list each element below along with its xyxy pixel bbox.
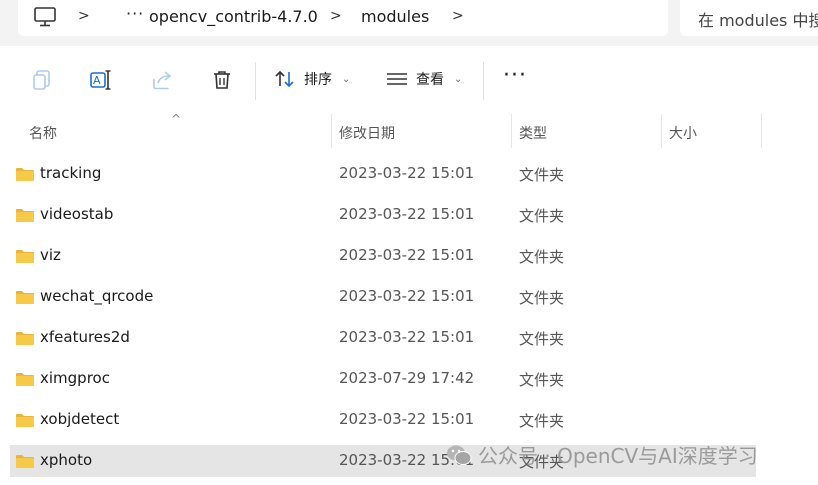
view-list-icon — [387, 73, 407, 85]
column-divider[interactable] — [761, 114, 762, 148]
file-modified-date: 2023-03-22 15:01 — [339, 205, 475, 223]
more-options-button[interactable]: ··· — [503, 65, 527, 87]
delete-icon[interactable] — [210, 68, 234, 92]
chevron-down-icon: ⌄ — [454, 73, 463, 85]
file-modified-date: 2023-03-22 15:01 — [339, 328, 475, 346]
folder-icon — [16, 455, 34, 468]
column-name[interactable]: 名称 — [29, 123, 57, 143]
file-modified-date: 2023-03-22 15:01 — [339, 287, 475, 305]
file-type: 文件夹 — [519, 412, 565, 430]
sort-ascending-icon: ^ — [171, 112, 182, 126]
view-label: 查看 — [416, 72, 444, 88]
breadcrumb-item-opencv-contrib[interactable]: opencv_contrib-4.7.0 — [149, 7, 318, 26]
svg-text:A: A — [93, 74, 101, 87]
folder-icon — [16, 168, 34, 181]
file-modified-date: 2023-07-29 17:42 — [339, 369, 475, 387]
file-modified-date: 2023-03-22 15:01 — [339, 164, 475, 182]
breadcrumb[interactable]: > ··· opencv_contrib-4.7.0 > modules > — [18, 0, 668, 36]
file-name[interactable]: xobjdetect — [40, 410, 119, 428]
file-name[interactable]: xphoto — [40, 451, 92, 469]
share-icon[interactable] — [150, 68, 174, 92]
search-input[interactable]: 在 modules 中搜 — [698, 7, 818, 31]
command-bar: A 排序 ⌄ 查看 ⌄ ··· — [0, 46, 818, 114]
copy-icon[interactable] — [30, 68, 54, 92]
column-header: ^ 名称 修改日期 类型 大小 — [0, 112, 818, 148]
file-type: 文件夹 — [519, 248, 565, 266]
sort-button[interactable]: 排序 ⌄ — [274, 64, 350, 94]
folder-icon — [16, 250, 34, 263]
file-name[interactable]: ximgproc — [40, 369, 110, 387]
toolbar-divider — [483, 62, 484, 100]
file-type: 文件夹 — [519, 289, 565, 307]
table-row[interactable]: xobjdetect 2023-03-22 15:01 文件夹 — [10, 404, 756, 436]
folder-icon — [16, 414, 34, 427]
table-row[interactable]: wechat_qrcode 2023-03-22 15:01 文件夹 — [10, 281, 756, 313]
file-name[interactable]: wechat_qrcode — [40, 287, 153, 305]
breadcrumb-item-modules[interactable]: modules — [361, 7, 429, 26]
file-name[interactable]: viz — [40, 246, 61, 264]
table-row[interactable]: ximgproc 2023-07-29 17:42 文件夹 — [10, 363, 756, 395]
address-bar: > ··· opencv_contrib-4.7.0 > modules > 在… — [0, 0, 818, 46]
file-type: 文件夹 — [519, 371, 565, 389]
table-row[interactable]: tracking 2023-03-22 15:01 文件夹 — [10, 158, 756, 190]
column-divider[interactable] — [661, 114, 662, 148]
watermark: 公众号 · OpenCV与AI深度学习 — [446, 440, 758, 469]
sort-label: 排序 — [304, 72, 332, 88]
file-modified-date: 2023-03-22 15:01 — [339, 410, 475, 428]
file-type: 文件夹 — [519, 166, 565, 184]
chevron-right-icon[interactable]: > — [330, 8, 342, 24]
column-divider[interactable] — [511, 114, 512, 148]
this-pc-icon[interactable] — [34, 7, 56, 27]
folder-icon — [16, 332, 34, 345]
column-size[interactable]: 大小 — [669, 123, 697, 143]
chevron-right-icon[interactable]: > — [78, 8, 90, 24]
file-name[interactable]: videostab — [40, 205, 113, 223]
sort-icon — [275, 70, 294, 88]
file-modified-date: 2023-03-22 15:01 — [339, 246, 475, 264]
table-row[interactable]: xfeatures2d 2023-03-22 15:01 文件夹 — [10, 322, 756, 354]
folder-icon — [16, 291, 34, 304]
column-divider[interactable] — [331, 114, 332, 148]
column-modified[interactable]: 修改日期 — [339, 123, 395, 143]
search-box[interactable]: 在 modules 中搜 — [680, 0, 818, 36]
chevron-down-icon: ⌄ — [342, 73, 351, 85]
file-type: 文件夹 — [519, 330, 565, 348]
table-row[interactable]: videostab 2023-03-22 15:01 文件夹 — [10, 199, 756, 231]
folder-icon — [16, 209, 34, 222]
file-name[interactable]: tracking — [40, 164, 101, 182]
file-name[interactable]: xfeatures2d — [40, 328, 130, 346]
rename-icon[interactable]: A — [89, 68, 113, 92]
table-row[interactable]: viz 2023-03-22 15:01 文件夹 — [10, 240, 756, 272]
column-type[interactable]: 类型 — [519, 123, 547, 143]
file-type: 文件夹 — [519, 207, 565, 225]
breadcrumb-overflow-button[interactable]: ··· — [126, 4, 144, 23]
folder-icon — [16, 373, 34, 386]
toolbar-divider — [255, 62, 256, 100]
view-button[interactable]: 查看 ⌄ — [386, 64, 462, 94]
wechat-icon — [447, 445, 472, 465]
watermark-text: 公众号 · OpenCV与AI深度学习 — [478, 444, 758, 468]
chevron-right-icon[interactable]: > — [452, 8, 464, 24]
